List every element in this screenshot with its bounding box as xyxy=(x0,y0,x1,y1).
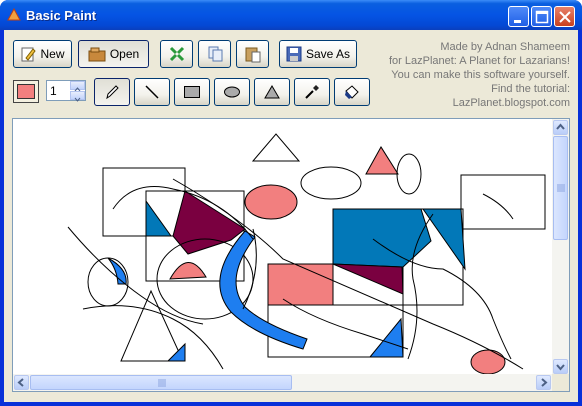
horizontal-scroll-thumb[interactable] xyxy=(30,375,292,390)
drawn-red-fill xyxy=(267,263,334,306)
paste-icon xyxy=(245,47,260,63)
drawn-red-fill xyxy=(169,262,207,280)
minimize-button[interactable] xyxy=(508,6,529,27)
arrow-down-icon xyxy=(556,364,565,371)
client-area: New Open Save As Made by Adnan Shameem f… xyxy=(4,30,578,402)
new-button[interactable]: New xyxy=(13,40,72,68)
scroll-down-button[interactable] xyxy=(553,359,568,374)
cut-icon xyxy=(169,46,184,62)
vertical-scroll-thumb[interactable] xyxy=(553,136,568,240)
maximize-icon xyxy=(535,10,549,24)
drawn-rectangle xyxy=(460,174,546,230)
drawing-canvas[interactable] xyxy=(13,119,552,375)
credits-text: Made by Adnan Shameem for LazPlanet: A P… xyxy=(389,40,570,110)
tool-line[interactable] xyxy=(134,78,170,106)
title-bar[interactable]: Basic Paint xyxy=(0,0,582,30)
credits-line-1: Made by Adnan Shameem xyxy=(440,41,570,53)
drawn-triangle xyxy=(120,289,184,362)
save-icon xyxy=(286,46,302,62)
save-as-label: Save As xyxy=(305,47,351,61)
open-folder-icon xyxy=(88,47,106,62)
scroll-left-button[interactable] xyxy=(14,375,29,390)
tool-rectangle[interactable] xyxy=(174,78,210,106)
app-icon xyxy=(7,8,21,21)
drawing-canvas-frame xyxy=(12,118,570,392)
drawn-red-circle xyxy=(470,349,506,375)
line-icon xyxy=(145,85,159,99)
credits-line-5: LazPlanet.blogspot.com xyxy=(452,97,570,109)
spin-up-button[interactable] xyxy=(70,81,85,92)
current-color xyxy=(17,84,35,99)
new-file-icon xyxy=(21,47,37,62)
drawn-maroon-fill xyxy=(332,263,404,295)
tool-color-picker[interactable] xyxy=(294,78,330,106)
arrow-left-icon xyxy=(17,378,24,387)
pen-width-value: 1 xyxy=(50,84,57,98)
ellipse-icon xyxy=(224,86,240,98)
new-label: New xyxy=(40,47,65,61)
paste-button[interactable] xyxy=(236,40,269,68)
chevron-down-icon xyxy=(74,97,81,102)
window-title: Basic Paint xyxy=(26,8,97,23)
vertical-scrollbar[interactable] xyxy=(552,119,569,375)
credits-line-4: Find the tutorial: xyxy=(491,83,570,95)
close-icon xyxy=(559,11,571,23)
drawn-red-ellipse xyxy=(244,184,298,220)
copy-button[interactable] xyxy=(198,40,231,68)
pencil-icon xyxy=(106,85,119,100)
scroll-up-button[interactable] xyxy=(553,120,568,135)
credits-line-3: You can make this software yourself. xyxy=(391,69,570,81)
fill-bucket-icon xyxy=(345,85,359,99)
app-window: Basic Paint New Open Save As Made by Adn… xyxy=(0,0,582,406)
spin-down-button[interactable] xyxy=(70,91,85,102)
arrow-right-icon xyxy=(541,378,548,387)
grip-icon xyxy=(158,379,166,387)
horizontal-scrollbar[interactable] xyxy=(13,374,552,391)
freehand-stroke xyxy=(482,193,514,220)
close-button[interactable] xyxy=(554,6,575,27)
color-picker-icon xyxy=(305,85,319,99)
pen-width-spinner[interactable]: 1 xyxy=(46,80,86,102)
open-label: Open xyxy=(109,47,140,61)
open-button[interactable]: Open xyxy=(78,40,149,68)
drawn-red-triangle xyxy=(365,146,399,175)
tool-ellipse[interactable] xyxy=(214,78,250,106)
arrow-up-icon xyxy=(556,123,565,130)
tool-triangle[interactable] xyxy=(254,78,290,106)
minimize-icon xyxy=(514,20,521,23)
drawn-ellipse xyxy=(300,166,362,200)
grip-icon xyxy=(557,184,565,192)
triangle-icon xyxy=(264,85,280,99)
maximize-button[interactable] xyxy=(531,6,552,27)
rectangle-icon xyxy=(184,86,200,98)
drawn-small-ellipse xyxy=(396,153,422,195)
drawn-blue-arc xyxy=(107,257,127,285)
copy-icon xyxy=(208,46,222,62)
cut-button[interactable] xyxy=(160,40,193,68)
drawn-blue-fill xyxy=(332,208,432,268)
save-as-button[interactable]: Save As xyxy=(279,40,357,68)
tool-fill[interactable] xyxy=(334,78,370,106)
color-swatch-button[interactable] xyxy=(13,80,39,103)
freehand-stroke xyxy=(82,305,224,370)
credits-line-2: for LazPlanet: A Planet for Lazarians! xyxy=(388,55,570,67)
scroll-right-button[interactable] xyxy=(536,375,551,390)
tool-pencil[interactable] xyxy=(94,78,130,106)
drawn-blue-fill xyxy=(145,199,172,237)
scrollbar-corner xyxy=(552,374,569,391)
drawn-rectangle xyxy=(102,167,186,237)
drawn-triangle xyxy=(251,133,301,162)
